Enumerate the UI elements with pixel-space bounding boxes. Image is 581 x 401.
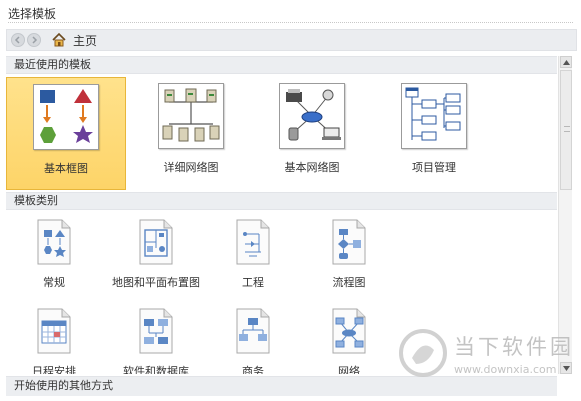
basic-block-diagram-thumbnail xyxy=(33,84,99,150)
general-shapes-icon xyxy=(37,219,71,265)
floorplan-icon xyxy=(139,219,173,265)
back-arrow-icon xyxy=(14,36,20,44)
category-label: 流程图 xyxy=(332,276,366,289)
recent-template-label: 基本网络图 xyxy=(284,161,340,174)
recent-template-label: 项目管理 xyxy=(412,161,456,174)
forward-button[interactable] xyxy=(27,33,41,47)
scroll-up-arrow-icon xyxy=(562,59,570,65)
category-label: 网络 xyxy=(338,365,360,374)
project-management-thumbnail xyxy=(401,83,467,149)
network-icon xyxy=(332,308,366,354)
basic-network-thumbnail xyxy=(279,83,345,149)
forward-arrow-icon xyxy=(32,36,38,44)
server-rack-icon xyxy=(162,88,220,142)
scroll-up-button[interactable] xyxy=(560,56,572,68)
business-org-icon xyxy=(236,308,270,354)
category-maps-floorplans[interactable]: 地图和平面布置图 xyxy=(101,216,211,290)
navigation-bar: 主页 xyxy=(6,29,577,51)
title-divider xyxy=(8,22,573,23)
watermark-logo-icon xyxy=(399,329,447,377)
recent-template-label: 基本框图 xyxy=(44,162,88,175)
network-devices-icon xyxy=(286,89,341,141)
category-software-database[interactable]: 软件和数据库 xyxy=(101,305,211,374)
section-header-recent: 最近使用的模板 xyxy=(6,56,557,74)
home-icon[interactable] xyxy=(51,32,67,48)
category-flowchart[interactable]: 流程图 xyxy=(294,216,404,290)
recent-template-label: 详细网络图 xyxy=(163,161,219,174)
category-engineering[interactable]: 工程 xyxy=(198,216,308,290)
dialog-title: 选择模板 xyxy=(8,7,57,21)
software-database-icon xyxy=(139,308,173,354)
category-label: 软件和数据库 xyxy=(123,365,189,374)
watermark-title: 当下软件园 xyxy=(454,334,574,359)
category-label: 工程 xyxy=(242,276,264,289)
breadcrumb-home[interactable]: 主页 xyxy=(73,32,97,49)
scroll-grip xyxy=(564,126,570,132)
category-label: 地图和平面布置图 xyxy=(112,276,200,289)
recent-template-basic-network[interactable]: 基本网络图 xyxy=(252,77,372,190)
engineering-icon xyxy=(236,219,270,265)
category-schedule[interactable]: 日程安排 xyxy=(6,305,109,374)
back-button[interactable] xyxy=(11,33,25,47)
flowchart-icon xyxy=(332,219,366,265)
org-tree-icon xyxy=(405,87,461,141)
recent-templates-row: 基本框图 详细网络图 基本网络图 项目管理 xyxy=(6,74,557,192)
recent-template-project-management[interactable]: 项目管理 xyxy=(374,77,494,190)
block-shapes-icon xyxy=(40,89,93,143)
category-network[interactable]: 网络 xyxy=(294,305,404,374)
category-label: 商务 xyxy=(242,365,264,374)
category-business[interactable]: 商务 xyxy=(198,305,308,374)
watermark-url: www.downxia.com xyxy=(454,362,557,376)
section-header-categories: 模板类别 xyxy=(6,192,557,210)
recent-template-detailed-network[interactable]: 详细网络图 xyxy=(131,77,251,190)
category-label: 常规 xyxy=(43,276,65,289)
calendar-icon xyxy=(37,308,71,354)
recent-template-basic-block[interactable]: 基本框图 xyxy=(6,77,126,190)
scroll-thumb[interactable] xyxy=(560,70,572,190)
detailed-network-thumbnail xyxy=(158,83,224,149)
category-label: 日程安排 xyxy=(32,365,76,374)
category-general[interactable]: 常规 xyxy=(6,216,109,290)
watermark: 当下软件园 www.downxia.com xyxy=(398,322,578,384)
